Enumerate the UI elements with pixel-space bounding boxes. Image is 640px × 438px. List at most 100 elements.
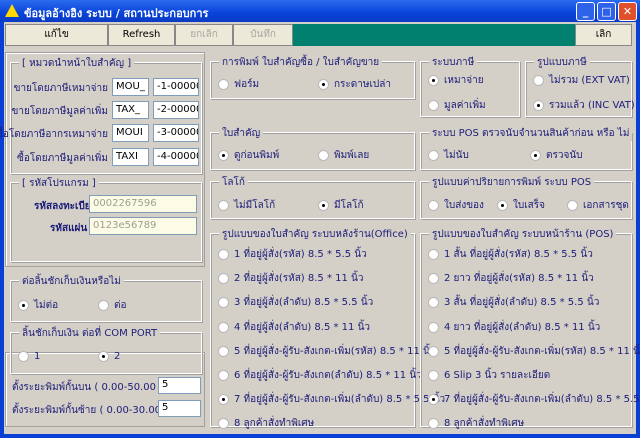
radio-option[interactable]: 4 ยาว ที่อยู่ผู้สั่ง(ลำดับ) 8.5 * 11 นิ้… (428, 320, 600, 335)
radio-icon[interactable] (18, 351, 29, 362)
group-title: การพิมพ์ ใบสำคัญซื้อ / ใบสำคัญขาย (219, 55, 383, 70)
radio-icon[interactable] (428, 75, 439, 86)
radio-icon[interactable] (428, 370, 439, 381)
radio-option[interactable]: 6 Slip 3 นิ้ว รายละเอียด (428, 368, 550, 383)
radio-option[interactable]: มีโลโก้ (318, 198, 364, 213)
disk-code-input[interactable]: 0123e56789 (89, 217, 197, 235)
radio-option[interactable]: ใบส่งของ (428, 198, 484, 213)
maximize-button[interactable]: □ (597, 2, 616, 21)
radio-label: มูลค่าเพิ่ม (444, 100, 486, 111)
radio-option[interactable]: มูลค่าเพิ่ม (428, 98, 486, 113)
radio-icon[interactable] (218, 345, 229, 357)
radio-icon[interactable] (318, 200, 329, 211)
radio-option[interactable]: เอกสารชุด (567, 198, 629, 213)
prefix-label: ซื้อโดยภาษีมูลค่าเพิ่ม (17, 153, 108, 164)
radio-icon[interactable] (218, 249, 229, 260)
radio-option[interactable]: 6 ที่อยู่ผู้สั่ง-ผู้รับ-สังเกต(ลำดับ) 8.… (218, 368, 422, 383)
radio-icon[interactable] (497, 200, 508, 211)
radio-icon[interactable] (567, 200, 578, 211)
minimize-button[interactable]: _ (576, 2, 595, 21)
radio-icon[interactable] (428, 150, 439, 161)
refresh-button[interactable]: Refresh (108, 24, 175, 46)
radio-option[interactable]: 1 (18, 351, 40, 362)
radio-icon[interactable] (428, 297, 439, 309)
radio-option[interactable]: กระดาษเปล่า (318, 77, 391, 92)
radio-icon[interactable] (428, 273, 439, 285)
radio-icon[interactable] (428, 249, 439, 260)
radio-label: ใบเสร็จ (513, 200, 545, 211)
radio-option[interactable]: 8 ลูกค้าสั่งทำพิเศษ (428, 416, 524, 431)
reg-code-input[interactable]: 0002267596 (89, 195, 197, 213)
radio-option[interactable]: ใบเสร็จ (497, 198, 545, 213)
radio-option[interactable]: ไม่ต่อ (18, 298, 58, 313)
radio-icon[interactable] (98, 351, 109, 362)
margin-left-input[interactable]: 5 (158, 400, 201, 417)
radio-label: ฟอร์ม (234, 79, 260, 90)
radio-icon[interactable] (98, 300, 109, 311)
radio-icon[interactable] (218, 394, 229, 406)
radio-label: 8 ลูกค้าสั่งทำพิเศษ (234, 418, 315, 430)
radio-icon[interactable] (533, 75, 544, 86)
radio-option[interactable]: ไม่นับ (428, 148, 469, 163)
radio-icon[interactable] (318, 79, 329, 90)
prefix-number-input[interactable]: -4-000001 (153, 148, 199, 166)
prefix-code-input[interactable]: MOUI (112, 124, 149, 142)
radio-icon[interactable] (428, 100, 439, 111)
radio-icon[interactable] (428, 200, 439, 211)
radio-icon[interactable] (218, 79, 229, 90)
radio-option[interactable]: ไม่มีโลโก้ (218, 198, 275, 213)
radio-icon[interactable] (218, 418, 229, 430)
radio-icon[interactable] (218, 200, 229, 211)
prefix-code-input[interactable]: MOU_ (112, 78, 149, 96)
radio-option[interactable]: ดูก่อนพิมพ์ (218, 148, 279, 163)
radio-icon[interactable] (428, 345, 439, 357)
radio-icon[interactable] (428, 418, 439, 430)
radio-option[interactable]: ไม่รวม (EXT VAT) (533, 73, 630, 88)
close-button[interactable]: ✕ (618, 2, 637, 21)
radio-label: 7 ที่อยู่ผู้สั่ง-ผู้รับ-สังเกต-เพิ่ม(ลำด… (444, 394, 640, 406)
radio-option[interactable]: 3 สั้น ที่อยู่ผู้สั่ง(ลำดับ) 8.5 * 5.5 น… (428, 295, 599, 310)
radio-option[interactable]: รวมแล้ว (INC VAT) (533, 98, 635, 113)
radio-icon[interactable] (218, 321, 229, 333)
margin-top-input[interactable]: 5 (158, 377, 201, 394)
radio-option[interactable]: ตรวจนับ (530, 148, 583, 163)
radio-option[interactable]: 3 ที่อยู่ผู้สั่ง(ลำดับ) 8.5 * 5.5 นิ้ว (218, 295, 373, 310)
radio-option[interactable]: 7 ที่อยู่ผู้สั่ง-ผู้รับ-สังเกต-เพิ่ม(ลำด… (218, 392, 445, 407)
radio-option[interactable]: 1 ที่อยู่ผู้สั่ง(รหัส) 8.5 * 5.5 นิ้ว (218, 247, 367, 262)
radio-icon[interactable] (428, 321, 439, 333)
save-button[interactable]: บันทึก (233, 24, 293, 46)
radio-option[interactable]: 2 ยาว ที่อยู่ผู้สั่ง(รหัส) 8.5 * 11 นิ้ว (428, 271, 594, 286)
radio-option[interactable]: ต่อ (98, 298, 127, 313)
radio-option[interactable]: 2 ที่อยู่ผู้สั่ง(รหัส) 8.5 * 11 นิ้ว (218, 271, 364, 286)
group-title: รูปแบบของใบสำคัญ ระบบหลังร้าน(Office) (219, 227, 411, 242)
radio-icon[interactable] (218, 297, 229, 309)
radio-option[interactable]: พิมพ์เลย (318, 148, 369, 163)
radio-icon[interactable] (318, 150, 329, 161)
radio-option[interactable]: 4 ที่อยู่ผู้สั่ง(ลำดับ) 8.5 * 11 นิ้ว (218, 320, 370, 335)
prefix-code-input[interactable]: TAX_ (112, 101, 149, 119)
radio-icon[interactable] (218, 150, 229, 161)
prefix-number-input[interactable]: -3-000001 (153, 124, 199, 142)
prefix-number-input[interactable]: -2-000001 (153, 101, 199, 119)
cancel-button[interactable]: ยกเลิก (175, 24, 233, 46)
edit-button[interactable]: แก้ไข (5, 24, 108, 46)
radio-label: 1 (34, 351, 41, 362)
radio-option[interactable]: 5 ที่อยู่ผู้สั่ง-ผู้รับ-สังเกต-เพิ่ม(รหั… (428, 344, 640, 359)
radio-option[interactable]: ฟอร์ม (218, 77, 259, 92)
exit-button[interactable]: เลิก (575, 24, 632, 46)
radio-option[interactable]: เหมาจ่าย (428, 73, 484, 88)
prefix-code-input[interactable]: TAXI (112, 148, 149, 166)
prefix-number-input[interactable]: -1-000001 (153, 78, 199, 96)
radio-icon[interactable] (533, 100, 544, 111)
radio-option[interactable]: 1 สั้น ที่อยู่ผู้สั่ง(รหัส) 8.5 * 5.5 นิ… (428, 247, 593, 262)
radio-option[interactable]: 5 ที่อยู่ผู้สั่ง-ผู้รับ-สังเกต-เพิ่ม(รหั… (218, 344, 435, 359)
radio-option[interactable]: 2 (98, 351, 120, 362)
radio-icon[interactable] (18, 300, 29, 311)
radio-icon[interactable] (218, 273, 229, 285)
radio-icon[interactable] (530, 150, 541, 161)
radio-option[interactable]: 7 ที่อยู่ผู้สั่ง-ผู้รับ-สังเกต-เพิ่ม(ลำด… (428, 392, 640, 407)
radio-label: 3 สั้น ที่อยู่ผู้สั่ง(ลำดับ) 8.5 * 5.5 น… (444, 297, 600, 309)
radio-icon[interactable] (218, 370, 229, 381)
radio-option[interactable]: 8 ลูกค้าสั่งทำพิเศษ (218, 416, 314, 431)
radio-icon[interactable] (428, 394, 439, 406)
